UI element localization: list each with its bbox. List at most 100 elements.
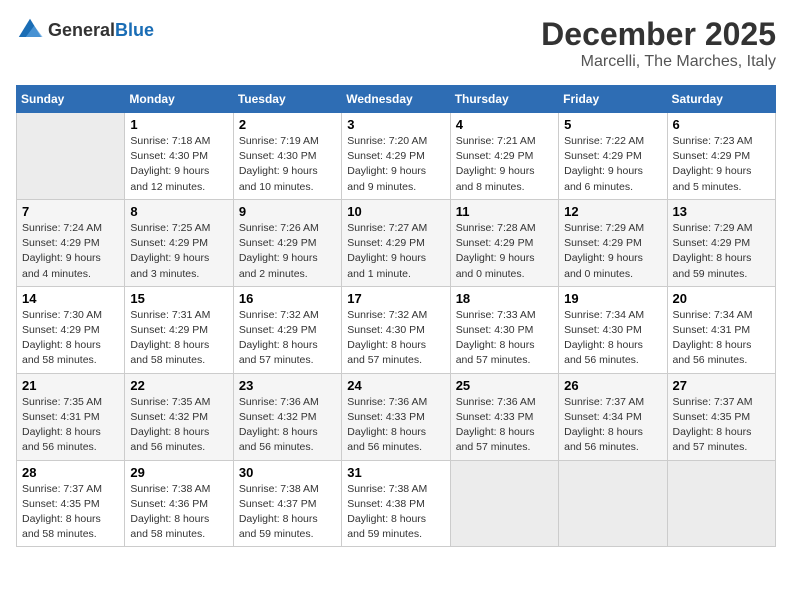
calendar-cell: 17 Sunrise: 7:32 AMSunset: 4:30 PMDayligh… xyxy=(342,286,450,373)
day-info: Sunrise: 7:27 AMSunset: 4:29 PMDaylight:… xyxy=(347,221,444,282)
calendar-week-row: 7Sunrise: 7:24 AMSunset: 4:29 PMDaylight… xyxy=(17,199,776,286)
day-number: 20 xyxy=(673,291,770,306)
day-info: Sunrise: 7:37 AMSunset: 4:35 PMDaylight:… xyxy=(22,482,119,543)
day-info: Sunrise: 7:28 AMSunset: 4:29 PMDaylight:… xyxy=(456,221,553,282)
calendar-cell: 3 Sunrise: 7:20 AMSunset: 4:29 PMDaylight… xyxy=(342,113,450,200)
calendar-cell: 15 Sunrise: 7:31 AMSunset: 4:29 PMDayligh… xyxy=(125,286,233,373)
day-number: 3 xyxy=(347,117,444,132)
day-info: Sunrise: 7:38 AMSunset: 4:36 PMDaylight:… xyxy=(130,482,227,543)
day-number: 1 xyxy=(130,117,227,132)
day-info: Sunrise: 7:23 AMSunset: 4:29 PMDaylight:… xyxy=(673,134,770,195)
day-number: 11 xyxy=(456,204,553,219)
logo-icon xyxy=(16,16,44,44)
day-info: Sunrise: 7:33 AMSunset: 4:30 PMDaylight:… xyxy=(456,308,553,369)
day-info: Sunrise: 7:37 AMSunset: 4:35 PMDaylight:… xyxy=(673,395,770,456)
calendar-cell: 8 Sunrise: 7:25 AMSunset: 4:29 PMDaylight… xyxy=(125,199,233,286)
calendar-cell: 25 Sunrise: 7:36 AMSunset: 4:33 PMDayligh… xyxy=(450,373,558,460)
day-info: Sunrise: 7:31 AMSunset: 4:29 PMDaylight:… xyxy=(130,308,227,369)
month-title: December 2025 xyxy=(541,16,776,53)
day-number: 23 xyxy=(239,378,336,393)
calendar-header-row: SundayMondayTuesdayWednesdayThursdayFrid… xyxy=(17,86,776,113)
title-area: December 2025 Marcelli, The Marches, Ita… xyxy=(541,16,776,71)
day-number: 13 xyxy=(673,204,770,219)
header-day-sunday: Sunday xyxy=(17,86,125,113)
day-number: 8 xyxy=(130,204,227,219)
day-info: Sunrise: 7:29 AMSunset: 4:29 PMDaylight:… xyxy=(564,221,661,282)
header-day-saturday: Saturday xyxy=(667,86,775,113)
day-number: 29 xyxy=(130,465,227,480)
day-number: 27 xyxy=(673,378,770,393)
logo-general: General xyxy=(48,20,115,40)
calendar-cell: 28 Sunrise: 7:37 AMSunset: 4:35 PMDayligh… xyxy=(17,460,125,547)
day-info: Sunrise: 7:38 AMSunset: 4:38 PMDaylight:… xyxy=(347,482,444,543)
header-day-friday: Friday xyxy=(559,86,667,113)
day-number: 30 xyxy=(239,465,336,480)
day-info: Sunrise: 7:30 AMSunset: 4:29 PMDaylight:… xyxy=(22,308,119,369)
day-number: 14 xyxy=(22,291,119,306)
calendar-cell: 18 Sunrise: 7:33 AMSunset: 4:30 PMDayligh… xyxy=(450,286,558,373)
day-number: 12 xyxy=(564,204,661,219)
calendar-cell: 10Sunrise: 7:27 AMSunset: 4:29 PMDayligh… xyxy=(342,199,450,286)
calendar-cell: 5 Sunrise: 7:22 AMSunset: 4:29 PMDaylight… xyxy=(559,113,667,200)
calendar-cell: 23 Sunrise: 7:36 AMSunset: 4:32 PMDayligh… xyxy=(233,373,341,460)
day-number: 17 xyxy=(347,291,444,306)
day-info: Sunrise: 7:36 AMSunset: 4:32 PMDaylight:… xyxy=(239,395,336,456)
calendar-cell: 14 Sunrise: 7:30 AMSunset: 4:29 PMDayligh… xyxy=(17,286,125,373)
day-number: 26 xyxy=(564,378,661,393)
day-number: 5 xyxy=(564,117,661,132)
day-number: 16 xyxy=(239,291,336,306)
day-number: 6 xyxy=(673,117,770,132)
calendar-cell: 30Sunrise: 7:38 AMSunset: 4:37 PMDayligh… xyxy=(233,460,341,547)
calendar-cell: 2Sunrise: 7:19 AMSunset: 4:30 PMDaylight… xyxy=(233,113,341,200)
calendar-cell: 27 Sunrise: 7:37 AMSunset: 4:35 PMDayligh… xyxy=(667,373,775,460)
calendar-cell: 9Sunrise: 7:26 AMSunset: 4:29 PMDaylight… xyxy=(233,199,341,286)
day-info: Sunrise: 7:20 AMSunset: 4:29 PMDaylight:… xyxy=(347,134,444,195)
calendar-cell xyxy=(17,113,125,200)
day-number: 19 xyxy=(564,291,661,306)
calendar-cell: 29 Sunrise: 7:38 AMSunset: 4:36 PMDayligh… xyxy=(125,460,233,547)
calendar-week-row: 14 Sunrise: 7:30 AMSunset: 4:29 PMDayligh… xyxy=(17,286,776,373)
day-number: 18 xyxy=(456,291,553,306)
calendar-cell: 12 Sunrise: 7:29 AMSunset: 4:29 PMDayligh… xyxy=(559,199,667,286)
calendar-cell: 1Sunrise: 7:18 AMSunset: 4:30 PMDaylight… xyxy=(125,113,233,200)
day-number: 9 xyxy=(239,204,336,219)
location-title: Marcelli, The Marches, Italy xyxy=(541,53,776,71)
day-number: 22 xyxy=(130,378,227,393)
day-info: Sunrise: 7:36 AMSunset: 4:33 PMDaylight:… xyxy=(456,395,553,456)
header-day-thursday: Thursday xyxy=(450,86,558,113)
calendar-cell xyxy=(559,460,667,547)
header-day-tuesday: Tuesday xyxy=(233,86,341,113)
calendar-cell: 4 Sunrise: 7:21 AMSunset: 4:29 PMDaylight… xyxy=(450,113,558,200)
calendar-week-row: 1Sunrise: 7:18 AMSunset: 4:30 PMDaylight… xyxy=(17,113,776,200)
day-info: Sunrise: 7:32 AMSunset: 4:29 PMDaylight:… xyxy=(239,308,336,369)
day-info: Sunrise: 7:21 AMSunset: 4:29 PMDaylight:… xyxy=(456,134,553,195)
calendar-cell: 24Sunrise: 7:36 AMSunset: 4:33 PMDayligh… xyxy=(342,373,450,460)
header-day-wednesday: Wednesday xyxy=(342,86,450,113)
day-info: Sunrise: 7:19 AMSunset: 4:30 PMDaylight:… xyxy=(239,134,336,195)
calendar-cell: 7Sunrise: 7:24 AMSunset: 4:29 PMDaylight… xyxy=(17,199,125,286)
calendar-cell: 31Sunrise: 7:38 AMSunset: 4:38 PMDayligh… xyxy=(342,460,450,547)
calendar-cell: 16 Sunrise: 7:32 AMSunset: 4:29 PMDayligh… xyxy=(233,286,341,373)
calendar-cell: 20Sunrise: 7:34 AMSunset: 4:31 PMDayligh… xyxy=(667,286,775,373)
day-info: Sunrise: 7:37 AMSunset: 4:34 PMDaylight:… xyxy=(564,395,661,456)
calendar-cell: 11 Sunrise: 7:28 AMSunset: 4:29 PMDayligh… xyxy=(450,199,558,286)
calendar-week-row: 21Sunrise: 7:35 AMSunset: 4:31 PMDayligh… xyxy=(17,373,776,460)
day-info: Sunrise: 7:32 AMSunset: 4:30 PMDaylight:… xyxy=(347,308,444,369)
day-number: 15 xyxy=(130,291,227,306)
calendar-table: SundayMondayTuesdayWednesdayThursdayFrid… xyxy=(16,85,776,547)
logo-blue: Blue xyxy=(115,20,154,40)
day-number: 4 xyxy=(456,117,553,132)
day-info: Sunrise: 7:29 AMSunset: 4:29 PMDaylight:… xyxy=(673,221,770,282)
calendar-cell: 13 Sunrise: 7:29 AMSunset: 4:29 PMDayligh… xyxy=(667,199,775,286)
day-info: Sunrise: 7:22 AMSunset: 4:29 PMDaylight:… xyxy=(564,134,661,195)
day-info: Sunrise: 7:25 AMSunset: 4:29 PMDaylight:… xyxy=(130,221,227,282)
day-info: Sunrise: 7:24 AMSunset: 4:29 PMDaylight:… xyxy=(22,221,119,282)
day-number: 28 xyxy=(22,465,119,480)
header-day-monday: Monday xyxy=(125,86,233,113)
calendar-cell: 26 Sunrise: 7:37 AMSunset: 4:34 PMDayligh… xyxy=(559,373,667,460)
calendar-cell xyxy=(450,460,558,547)
logo: GeneralBlue xyxy=(16,16,154,44)
calendar-cell xyxy=(667,460,775,547)
day-number: 25 xyxy=(456,378,553,393)
header: GeneralBlue December 2025 Marcelli, The … xyxy=(16,16,776,71)
